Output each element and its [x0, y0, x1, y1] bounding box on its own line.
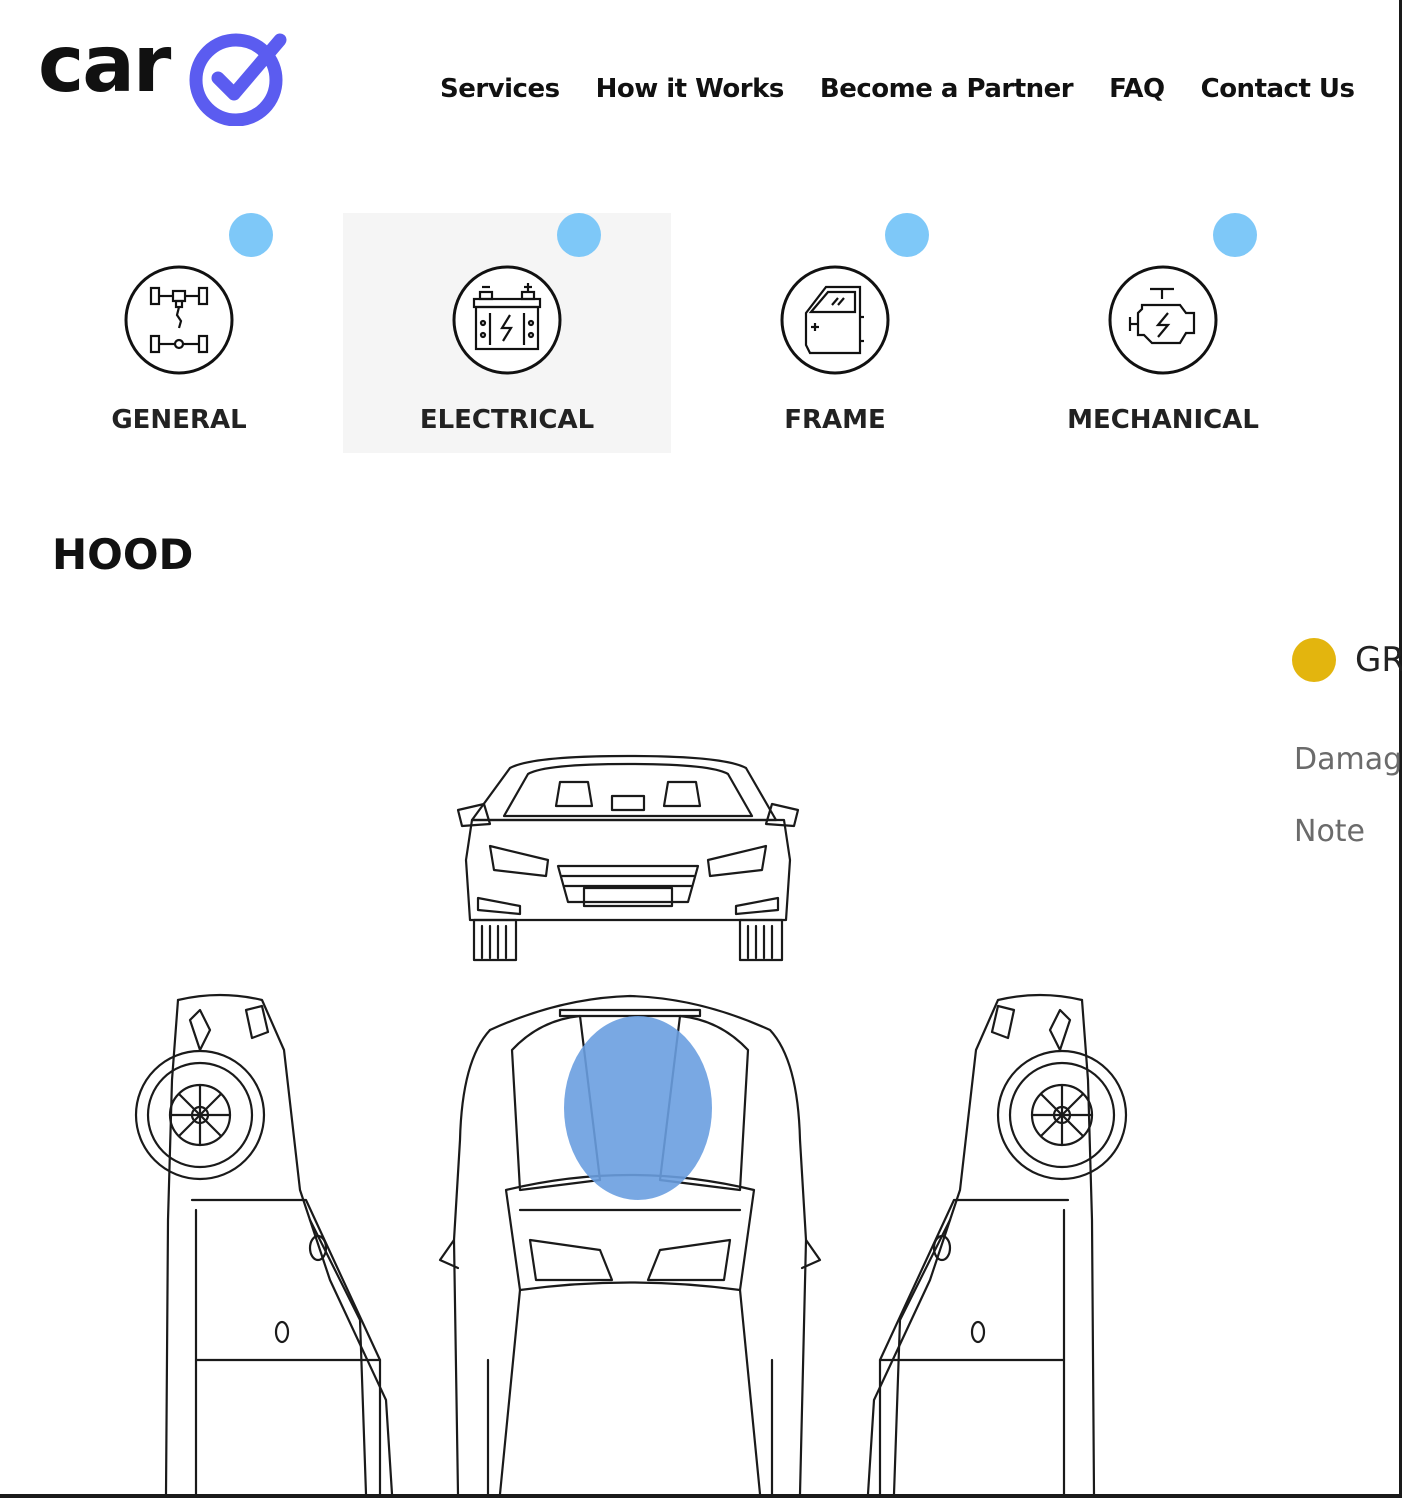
category-mechanical[interactable]: MECHANICAL — [999, 213, 1327, 453]
logo[interactable]: car — [38, 24, 298, 134]
check-circle-icon — [189, 33, 287, 126]
category-frame[interactable]: FRAME — [671, 213, 999, 453]
category-label: FRAME — [784, 405, 886, 435]
car-door-icon — [780, 265, 890, 375]
logo-text: car — [38, 20, 171, 110]
nav-services[interactable]: Services — [440, 74, 560, 104]
section-title: HOOD — [52, 530, 194, 579]
car-diagram-svg — [134, 754, 1128, 1494]
category-electrical[interactable]: ELECTRICAL — [343, 213, 671, 453]
car-left-side-view[interactable] — [134, 993, 394, 1494]
axle-drivetrain-icon — [124, 265, 234, 375]
engine-icon — [1108, 265, 1218, 375]
nav-how-it-works[interactable]: How it Works — [596, 74, 785, 104]
category-label: GENERAL — [111, 405, 247, 435]
car-front-view[interactable] — [456, 754, 800, 962]
nav-faq[interactable]: FAQ — [1109, 74, 1165, 104]
category-label: MECHANICAL — [1067, 405, 1259, 435]
category-general[interactable]: GENERAL — [15, 213, 343, 453]
nav-become-partner[interactable]: Become a Partner — [820, 74, 1074, 104]
battery-icon — [452, 265, 562, 375]
category-indicator-dot — [557, 213, 601, 257]
car-diagram — [0, 720, 1399, 1494]
category-indicator-dot — [1213, 213, 1257, 257]
category-indicator-dot — [229, 213, 273, 257]
category-label: ELECTRICAL — [419, 405, 595, 435]
grade-color-dot[interactable] — [1292, 638, 1336, 682]
category-indicator-dot — [885, 213, 929, 257]
window-bottom-border — [0, 1494, 1402, 1498]
car-right-side-view[interactable] — [866, 993, 1128, 1494]
nav-contact-us[interactable]: Contact Us — [1201, 74, 1355, 104]
main-nav: Services How it Works Become a Partner F… — [440, 74, 1355, 104]
grade-label: GR — [1355, 640, 1402, 680]
hood-damage-marker[interactable] — [564, 1016, 712, 1200]
